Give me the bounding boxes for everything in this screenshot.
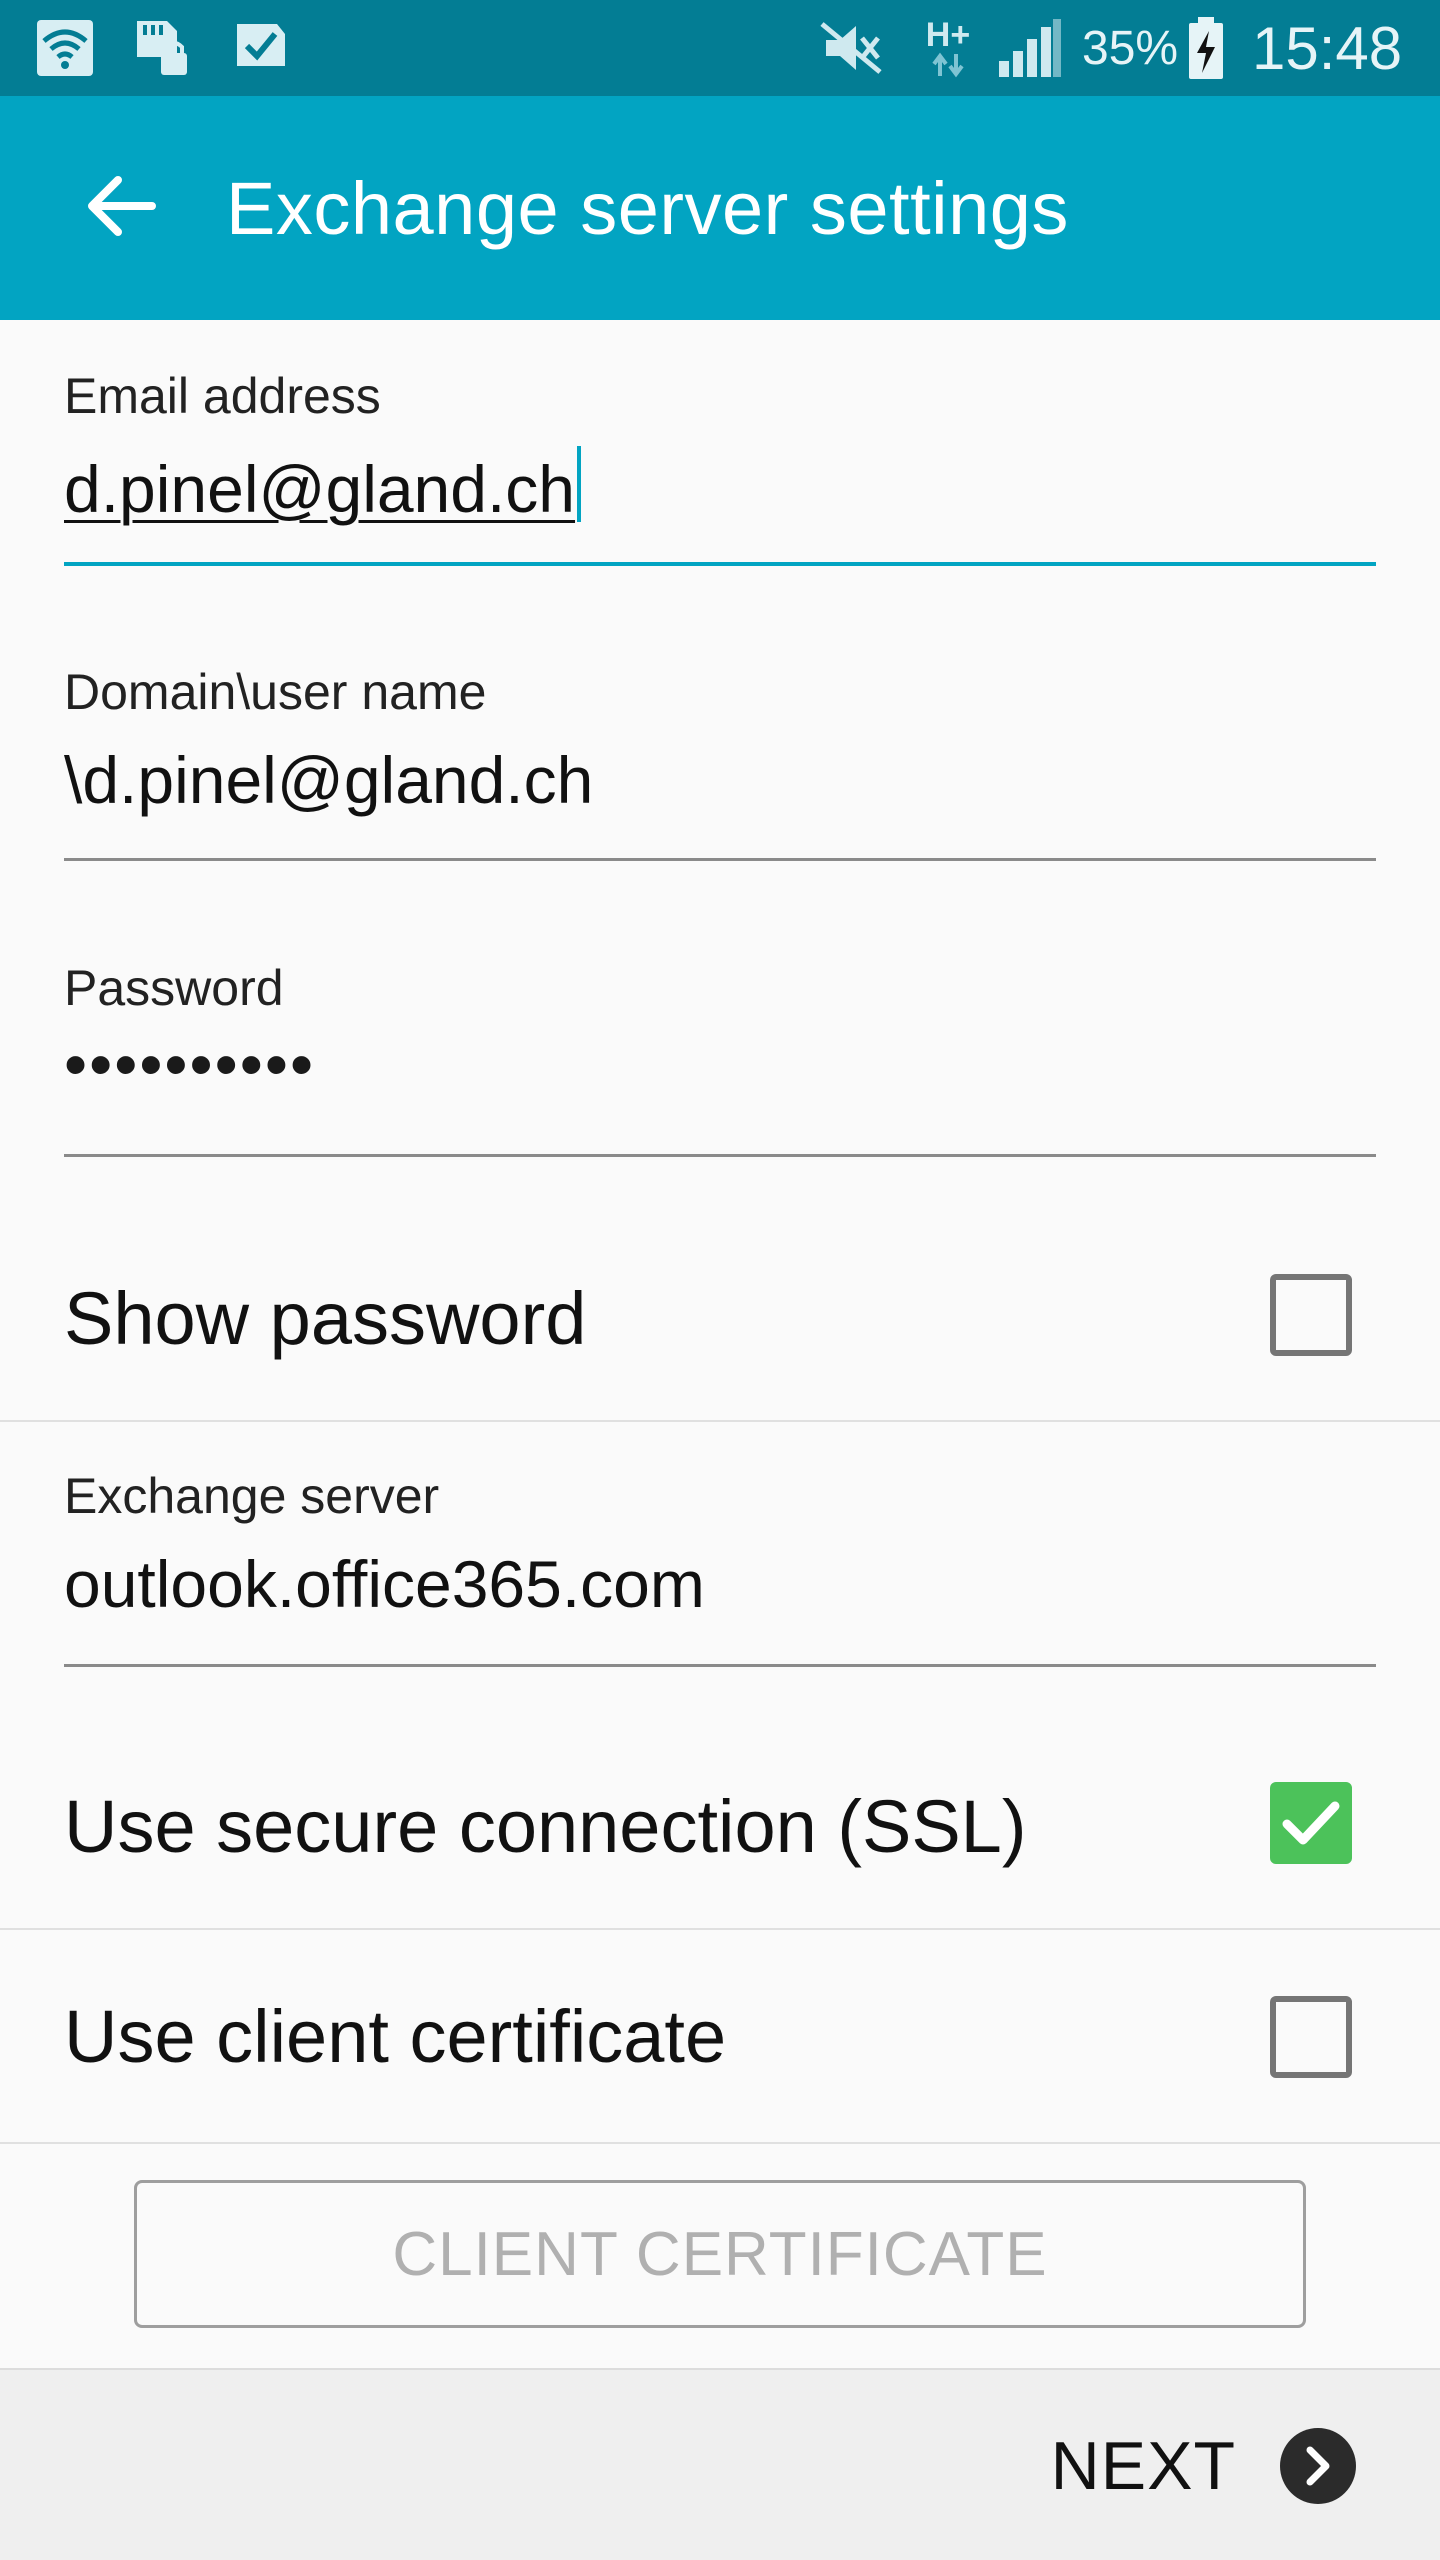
- password-label: Password: [64, 960, 284, 1016]
- domain-username-field[interactable]: Domain\user name \d.pinel@gland.ch: [64, 662, 1376, 862]
- ssl-row[interactable]: Use secure connection (SSL): [0, 1724, 1440, 1928]
- back-arrow-icon: [84, 174, 156, 243]
- sd-card-lock-icon: [130, 14, 192, 82]
- status-bar: H+ 35% 15:48: [0, 0, 1440, 96]
- email-value: d.pinel@gland.ch: [64, 452, 576, 526]
- password-field[interactable]: Password ••••••••••: [64, 958, 1376, 1158]
- exchange-server-value: outlook.office365.com: [64, 1547, 705, 1621]
- battery-charging-icon: [1184, 14, 1228, 82]
- page-title: Exchange server settings: [226, 166, 1069, 250]
- bottom-bar: NEXT: [0, 2368, 1440, 2560]
- network-type-label: H+: [925, 16, 971, 54]
- domain-username-underline: [64, 858, 1376, 861]
- client-certificate-button[interactable]: CLIENT CERTIFICATE: [134, 2180, 1306, 2328]
- divider: [0, 2142, 1440, 2144]
- battery-percent: 35%: [1082, 21, 1179, 75]
- show-password-label: Show password: [64, 1276, 587, 1360]
- client-certificate-row[interactable]: Use client certificate: [0, 1930, 1440, 2142]
- client-certificate-label: Use client certificate: [64, 1994, 727, 2078]
- app-bar: Exchange server settings: [0, 96, 1440, 320]
- next-button[interactable]: NEXT: [1051, 2400, 1356, 2532]
- show-password-checkbox[interactable]: [1270, 1274, 1352, 1356]
- wifi-icon: [34, 14, 96, 82]
- signal-icon: [994, 14, 1064, 82]
- ssl-checkbox[interactable]: [1270, 1782, 1352, 1864]
- back-button[interactable]: [60, 148, 180, 268]
- email-underline: [64, 562, 1376, 566]
- domain-username-value: \d.pinel@gland.ch: [64, 743, 594, 817]
- email-field[interactable]: Email address d.pinel@gland.ch: [64, 366, 1376, 566]
- show-password-row[interactable]: Show password: [0, 1216, 1440, 1420]
- divider: [0, 1420, 1440, 1422]
- client-certificate-checkbox[interactable]: [1270, 1996, 1352, 2078]
- checklist-icon: [230, 14, 292, 82]
- check-icon: [1282, 1801, 1340, 1845]
- clock: 15:48: [1252, 14, 1403, 82]
- ssl-label: Use secure connection (SSL): [64, 1784, 1027, 1868]
- password-value: ••••••••••: [64, 1027, 316, 1101]
- password-underline: [64, 1154, 1376, 1157]
- mute-icon: [816, 14, 886, 82]
- text-caret: [577, 446, 582, 522]
- exchange-server-underline: [64, 1664, 1376, 1667]
- chevron-right-icon: [1280, 2428, 1356, 2504]
- email-label: Email address: [64, 368, 381, 424]
- exchange-server-field[interactable]: Exchange server outlook.office365.com: [64, 1466, 1376, 1667]
- domain-username-label: Domain\user name: [64, 664, 487, 720]
- exchange-server-label: Exchange server: [64, 1468, 440, 1524]
- next-label: NEXT: [1050, 2428, 1236, 2504]
- data-transfer-icon: H+: [918, 14, 978, 82]
